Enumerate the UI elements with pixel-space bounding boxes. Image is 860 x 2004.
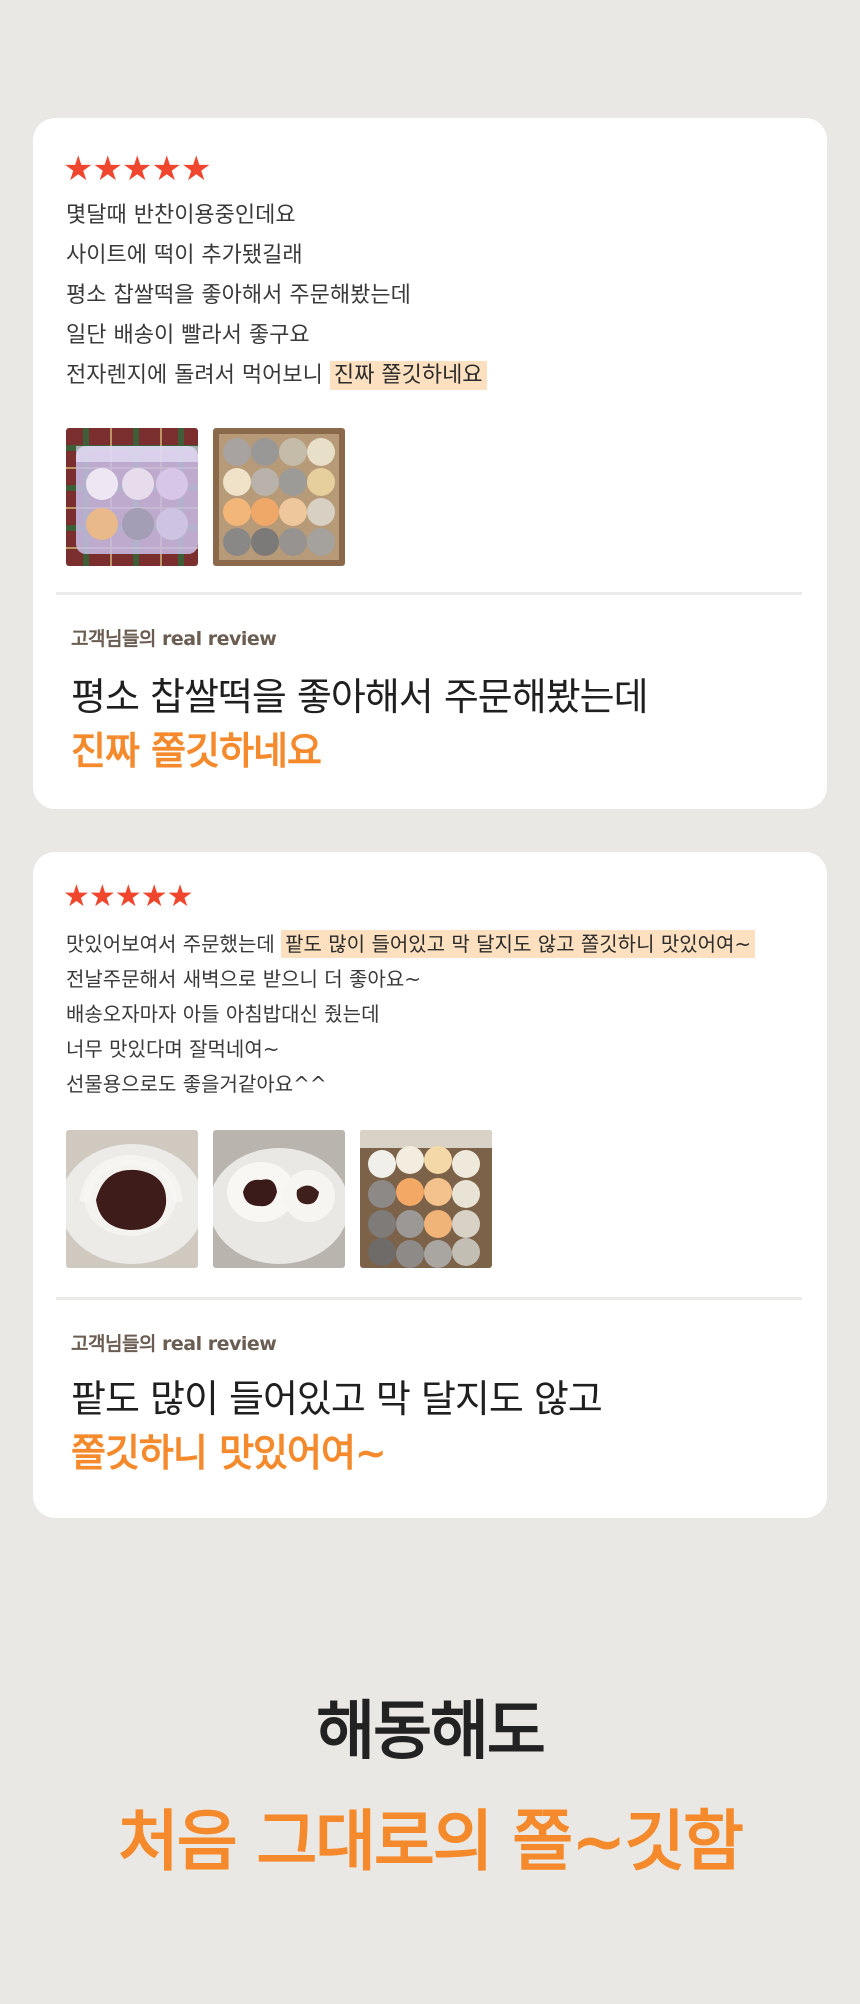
star-icon: ★ xyxy=(63,879,90,914)
review-line: 선물용으로도 좋을거같아요^^ xyxy=(66,1072,327,1096)
rice-cake-bite-photo[interactable] xyxy=(213,1130,345,1268)
review-text: 맛있어보여서 주문했는데 팥도 많이 들어있고 막 달지도 않고 쫄깃하니 맛있… xyxy=(66,927,807,1102)
rice-cake-package-photo[interactable] xyxy=(66,428,198,566)
review-line: 평소 찹쌀떡을 좋아해서 주문해봤는데 xyxy=(66,283,411,308)
footer-subtitle: 처음 그대로의 쫄~깃함 xyxy=(118,1803,744,1880)
review-card: ★ ★ ★ ★ ★ 맛있어보여서 주문했는데 팥도 많이 들어있고 막 달지도 않고 쫄… xyxy=(33,852,827,1518)
review-line: 맛있어보여서 주문했는데 팥도 많이 들어있고 막 달지도 않고 쫄깃하니 맛있… xyxy=(66,927,807,962)
star-icon: ★ xyxy=(180,149,212,189)
review-quote-highlight: 진짜 쫄깃하네요 xyxy=(71,729,322,773)
star-icon: ★ xyxy=(63,149,94,189)
review-photos xyxy=(66,1130,492,1268)
review-highlight: 팥도 많이 들어있고 막 달지도 않고 쫄깃하니 맛있어여~ xyxy=(281,930,756,958)
real-review-label: 고객님들의 real review xyxy=(71,1333,277,1355)
review-line: 일단 배송이 빨라서 좋구요 xyxy=(66,323,310,348)
review-quote: 평소 찹쌀떡을 좋아해서 주문해봤는데 xyxy=(71,675,649,719)
star-icon: ★ xyxy=(114,879,142,914)
review-line: 몇달때 반찬이용중인데요 xyxy=(66,203,296,228)
rice-cake-box-photo[interactable] xyxy=(213,428,345,566)
review-highlight: 진짜 쫄깃하네요 xyxy=(329,361,487,390)
review-line: 사이트에 떡이 추가됐길래 xyxy=(66,243,303,268)
footer-title: 해동해도 xyxy=(316,1695,546,1769)
star-icon: ★ xyxy=(151,149,182,189)
star-icon: ★ xyxy=(92,149,123,189)
star-rating: ★ ★ ★ ★ ★ xyxy=(63,149,212,189)
star-icon: ★ xyxy=(166,879,194,914)
review-text: 몇달때 반찬이용중인데요 사이트에 떡이 추가됐길래 평소 찹쌀떡을 좋아해서 … xyxy=(66,196,807,396)
review-card: ★ ★ ★ ★ ★ 몇달때 반찬이용중인데요 사이트에 떡이 추가됐길래 평소 찹쌀떡을… xyxy=(33,118,827,809)
star-icon: ★ xyxy=(140,879,168,914)
review-line: 배송오자마자 아들 아침밥대신 줬는데 xyxy=(66,1002,380,1026)
review-photos xyxy=(66,428,345,566)
divider xyxy=(56,1297,802,1300)
star-rating: ★ ★ ★ ★ ★ xyxy=(63,879,194,914)
star-icon: ★ xyxy=(121,149,153,189)
rice-cake-cut-photo[interactable] xyxy=(66,1130,198,1268)
review-line: 전날주문해서 새벽으로 받으니 더 좋아요~ xyxy=(66,967,421,991)
review-line: 너무 맛있다며 잘먹네여~ xyxy=(66,1037,280,1061)
real-review-label: 고객님들의 real review xyxy=(71,628,277,650)
review-quote: 팥도 많이 들어있고 막 달지도 않고 xyxy=(71,1377,603,1421)
review-line: 전자렌지에 돌려서 먹어보니 진짜 쫄깃하네요 xyxy=(66,356,807,396)
divider xyxy=(56,592,802,595)
rice-cake-box-photo[interactable] xyxy=(360,1130,492,1268)
star-icon: ★ xyxy=(88,879,116,914)
review-quote-highlight: 쫄깃하니 맛있어여~ xyxy=(71,1431,387,1475)
